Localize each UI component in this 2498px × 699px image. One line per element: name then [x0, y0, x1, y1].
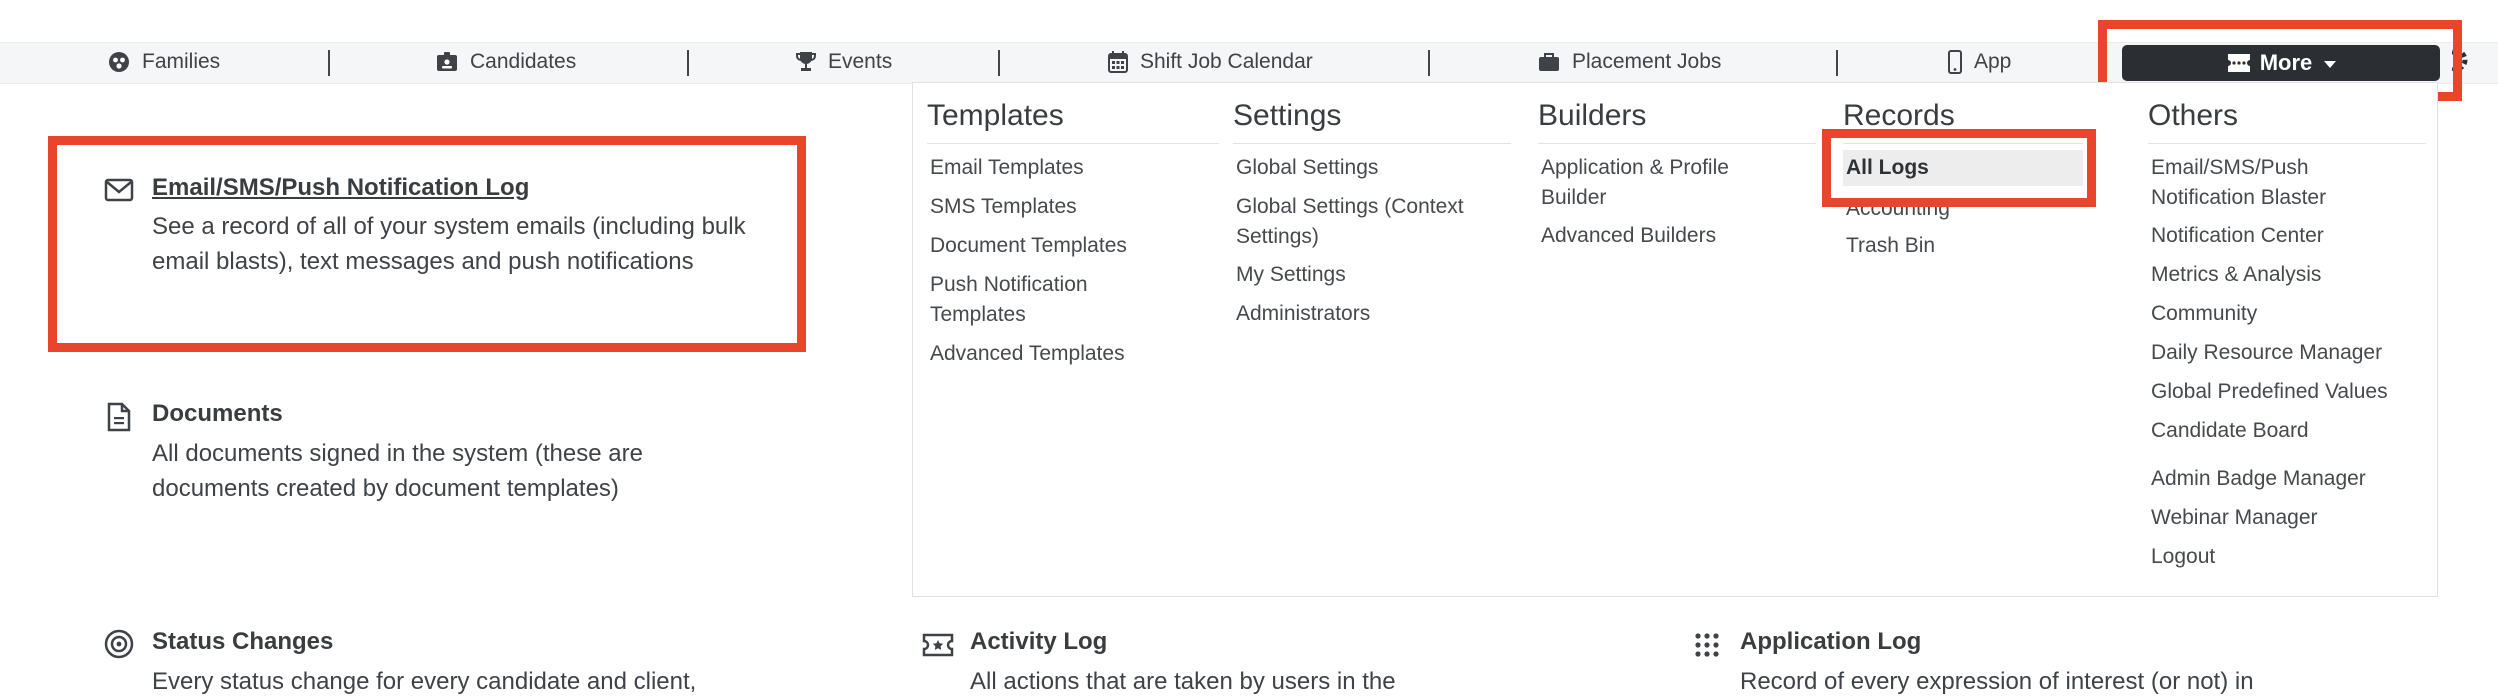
calendar-icon — [1108, 51, 1128, 73]
dropdown-link-metrics-analysis[interactable]: Metrics & Analysis — [2151, 260, 2321, 290]
dropdown-link-webinar-manager[interactable]: Webinar Manager — [2151, 503, 2318, 533]
status-icon — [104, 629, 134, 659]
activity-log-link[interactable]: Activity Log — [970, 628, 1107, 656]
dropdown-link-advanced-templates[interactable]: Advanced Templates — [930, 339, 1125, 369]
status-changes-link[interactable]: Status Changes — [152, 628, 333, 656]
divider — [927, 143, 1219, 144]
dropdown-heading-settings: Settings — [1233, 99, 1342, 132]
nav-shift-job-calendar-label: Shift Job Calendar — [1140, 50, 1313, 73]
dropdown-heading-others: Others — [2148, 99, 2239, 132]
dropdown-link-sms-templates[interactable]: SMS Templates — [930, 192, 1077, 222]
dropdown-link-daily-resource-manager[interactable]: Daily Resource Manager — [2151, 338, 2382, 368]
nav-divider — [1428, 50, 1430, 76]
dropdown-heading-builders: Builders — [1538, 99, 1647, 132]
dropdown-link-candidate-board[interactable]: Candidate Board — [2151, 416, 2309, 446]
dropdown-link-push-notification-templates[interactable]: Push Notification Templates — [930, 270, 1140, 330]
families-icon — [109, 52, 129, 72]
nav-shift-job-calendar[interactable]: Shift Job Calendar — [1108, 42, 1313, 82]
dropdown-link-notification-blaster[interactable]: Email/SMS/Push Notification Blaster — [2151, 153, 2391, 213]
divider — [1233, 143, 1511, 144]
grid-icon — [1695, 633, 1719, 657]
dropdown-link-advanced-builders[interactable]: Advanced Builders — [1541, 221, 1716, 251]
dropdown-link-global-predefined-values[interactable]: Global Predefined Values — [2151, 377, 2388, 407]
divider — [1538, 143, 1816, 144]
dropdown-link-application-profile-builder[interactable]: Application & Profile Builder — [1541, 153, 1761, 213]
more-dropdown-menu: Templates Email Templates SMS Templates … — [912, 82, 2438, 597]
nav-placement-jobs[interactable]: Placement Jobs — [1538, 42, 1721, 82]
dropdown-link-notification-center[interactable]: Notification Center — [2151, 221, 2324, 251]
nav-families-label: Families — [142, 50, 221, 73]
nav-app-label: App — [1974, 50, 2012, 73]
nav-divider — [687, 50, 689, 76]
mobile-icon — [1948, 50, 1962, 74]
briefcase-icon — [1539, 53, 1559, 71]
documents-link[interactable]: Documents — [152, 400, 283, 428]
nav-divider — [1836, 50, 1838, 76]
dropdown-link-document-templates[interactable]: Document Templates — [930, 231, 1127, 261]
document-icon — [107, 402, 131, 432]
nav-events-label: Events — [828, 50, 893, 73]
badge-icon — [437, 52, 457, 71]
nav-app[interactable]: App — [1948, 42, 2011, 82]
dropdown-heading-records: Records — [1843, 99, 1955, 132]
trophy-icon — [796, 52, 816, 71]
dropdown-link-email-templates[interactable]: Email Templates — [930, 153, 1084, 183]
application-log-link[interactable]: Application Log — [1740, 628, 1921, 656]
highlight-notification-log — [48, 136, 806, 352]
highlight-all-logs — [1822, 129, 2096, 207]
nav-candidates-label: Candidates — [470, 50, 577, 73]
nav-families[interactable]: Families — [108, 42, 220, 82]
nav-divider — [998, 50, 1000, 76]
documents-desc: All documents signed in the system (thes… — [152, 440, 643, 502]
ticket-icon — [922, 633, 954, 657]
nav-events[interactable]: Events — [796, 42, 892, 82]
dropdown-link-administrators[interactable]: Administrators — [1236, 299, 1370, 329]
dropdown-heading-templates: Templates — [927, 99, 1064, 132]
dropdown-link-logout[interactable]: Logout — [2151, 542, 2215, 572]
dropdown-link-community[interactable]: Community — [2151, 299, 2257, 329]
dropdown-link-global-settings-context[interactable]: Global Settings (Context Settings) — [1236, 192, 1498, 252]
nav-divider — [328, 50, 330, 76]
dropdown-link-admin-badge-manager[interactable]: Admin Badge Manager — [2151, 464, 2366, 494]
nav-candidates[interactable]: Candidates — [436, 42, 576, 82]
dropdown-link-trash-bin[interactable]: Trash Bin — [1846, 231, 1935, 261]
dropdown-link-global-settings[interactable]: Global Settings — [1236, 153, 1378, 183]
divider — [2148, 143, 2426, 144]
nav-placement-jobs-label: Placement Jobs — [1572, 50, 1722, 73]
dropdown-link-my-settings[interactable]: My Settings — [1236, 260, 1346, 290]
